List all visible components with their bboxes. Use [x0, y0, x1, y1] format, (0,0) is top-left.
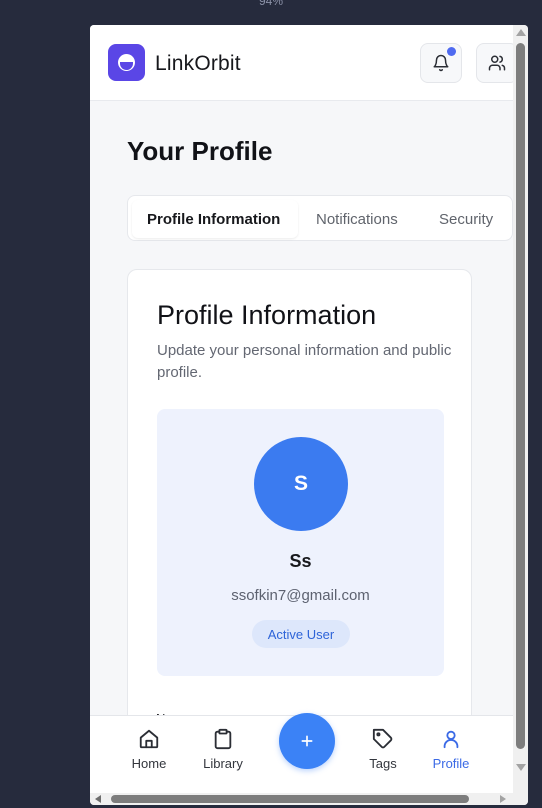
- vertical-scrollbar[interactable]: [513, 25, 528, 793]
- avatar[interactable]: S: [254, 437, 348, 531]
- card-title: Profile Information: [157, 300, 377, 330]
- nav-label-profile: Profile: [432, 756, 470, 771]
- nav-item-home[interactable]: Home: [114, 728, 184, 771]
- tab-notifications[interactable]: Notifications: [316, 211, 398, 228]
- bell-icon: [433, 54, 449, 72]
- scroll-up-arrow-icon[interactable]: [516, 29, 526, 36]
- app-name: LinkOrbit: [155, 52, 241, 75]
- home-icon: [139, 729, 159, 749]
- bottom-nav: Home Library Tags Profile: [90, 713, 513, 793]
- horizontal-scrollbar[interactable]: [90, 793, 528, 805]
- status-badge: Active User: [252, 620, 350, 648]
- nav-item-library[interactable]: Library: [188, 728, 258, 771]
- user-icon: [443, 730, 459, 749]
- tag-icon: [372, 728, 393, 749]
- profile-name: Ss: [289, 551, 312, 571]
- tab-profile-information[interactable]: Profile Information: [147, 211, 280, 228]
- nav-item-profile[interactable]: Profile: [416, 728, 486, 771]
- card-description: Update your personal information and pub…: [157, 342, 452, 381]
- horizontal-scroll-thumb[interactable]: [111, 795, 469, 803]
- scroll-left-arrow-icon[interactable]: [95, 795, 101, 803]
- scroll-down-arrow-icon[interactable]: [516, 764, 526, 771]
- notifications-button[interactable]: [420, 43, 462, 83]
- nav-label-home: Home: [131, 756, 167, 771]
- nav-label-library: Library: [203, 756, 243, 771]
- profile-email: ssofkin7@gmail.com: [231, 587, 370, 604]
- notification-dot: [447, 47, 456, 56]
- app-header: LinkOrbit: [90, 25, 518, 101]
- app-logo[interactable]: [108, 44, 145, 81]
- profile-tabs: Profile Information Notifications Securi…: [127, 195, 513, 241]
- profile-information-card: Profile Information Update your personal…: [127, 269, 472, 789]
- add-button[interactable]: [279, 713, 335, 769]
- nav-label-tags: Tags: [369, 756, 397, 771]
- users-button[interactable]: [476, 43, 518, 83]
- profile-summary: S Ss ssofkin7@gmail.com Active User: [157, 409, 444, 676]
- nav-item-tags[interactable]: Tags: [348, 728, 418, 771]
- clipboard-icon: [214, 728, 232, 750]
- users-icon: [488, 55, 506, 71]
- vertical-scroll-thumb[interactable]: [516, 43, 525, 749]
- tab-security[interactable]: Security: [439, 211, 493, 228]
- zoom-level: 94%: [258, 0, 284, 8]
- orbit-icon: [118, 54, 135, 71]
- scroll-right-arrow-icon[interactable]: [500, 795, 506, 803]
- plus-icon: [301, 735, 313, 747]
- page-title: Your Profile: [127, 136, 273, 166]
- app-window: LinkOrbit Your Profile Profile Informati…: [90, 25, 528, 805]
